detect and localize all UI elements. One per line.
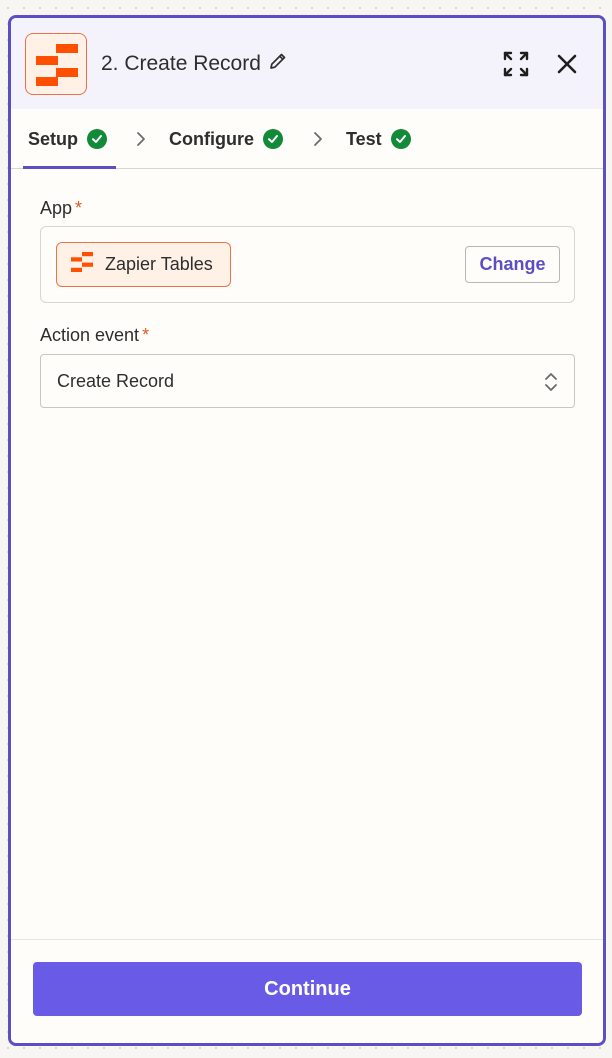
check-circle-icon: [87, 129, 108, 149]
app-field-label: App *: [40, 198, 82, 219]
active-tab-indicator: [23, 166, 116, 169]
selected-app-chip: Zapier Tables: [56, 242, 231, 287]
check-circle-icon: [263, 129, 283, 149]
expand-icon[interactable]: [500, 48, 532, 80]
tab-test[interactable]: Test: [346, 109, 411, 169]
selected-app-name: Zapier Tables: [105, 254, 213, 274]
panel-header: 2. Create Record: [11, 18, 603, 109]
app-field: Zapier Tables Change: [40, 226, 575, 303]
action-event-value: Create Record: [57, 370, 175, 391]
chevron-right-icon: [314, 132, 322, 146]
continue-button[interactable]: Continue: [33, 962, 582, 1016]
required-marker: *: [142, 325, 150, 345]
pencil-icon[interactable]: [269, 52, 287, 76]
change-app-button[interactable]: Change: [465, 246, 560, 283]
tab-test-label: Test: [346, 128, 382, 149]
close-icon[interactable]: [551, 48, 583, 80]
step-title[interactable]: 2. Create Record: [101, 52, 287, 76]
tab-setup[interactable]: Setup: [28, 109, 108, 169]
step-tabs: Setup Configure Test: [11, 109, 603, 169]
required-marker: *: [75, 198, 83, 218]
check-circle-icon: [390, 129, 411, 149]
zapier-tables-icon: [25, 33, 87, 95]
app-label-text: App: [40, 198, 73, 218]
panel-footer: Continue: [11, 939, 603, 1043]
tab-configure[interactable]: Configure: [169, 109, 283, 169]
chevron-right-icon: [137, 132, 145, 146]
action-event-label-text: Action event: [40, 325, 140, 345]
step-editor-panel: 2. Create Record Setup Configure Test Ap…: [8, 15, 606, 1046]
tab-setup-label: Setup: [28, 128, 79, 149]
step-title-text: 2. Create Record: [101, 52, 261, 75]
action-event-select[interactable]: Create Record: [40, 354, 575, 408]
chevron-up-down-icon: [545, 373, 557, 391]
zapier-tables-icon: [71, 252, 93, 277]
tab-configure-label: Configure: [169, 128, 254, 149]
action-event-label: Action event *: [40, 325, 149, 346]
